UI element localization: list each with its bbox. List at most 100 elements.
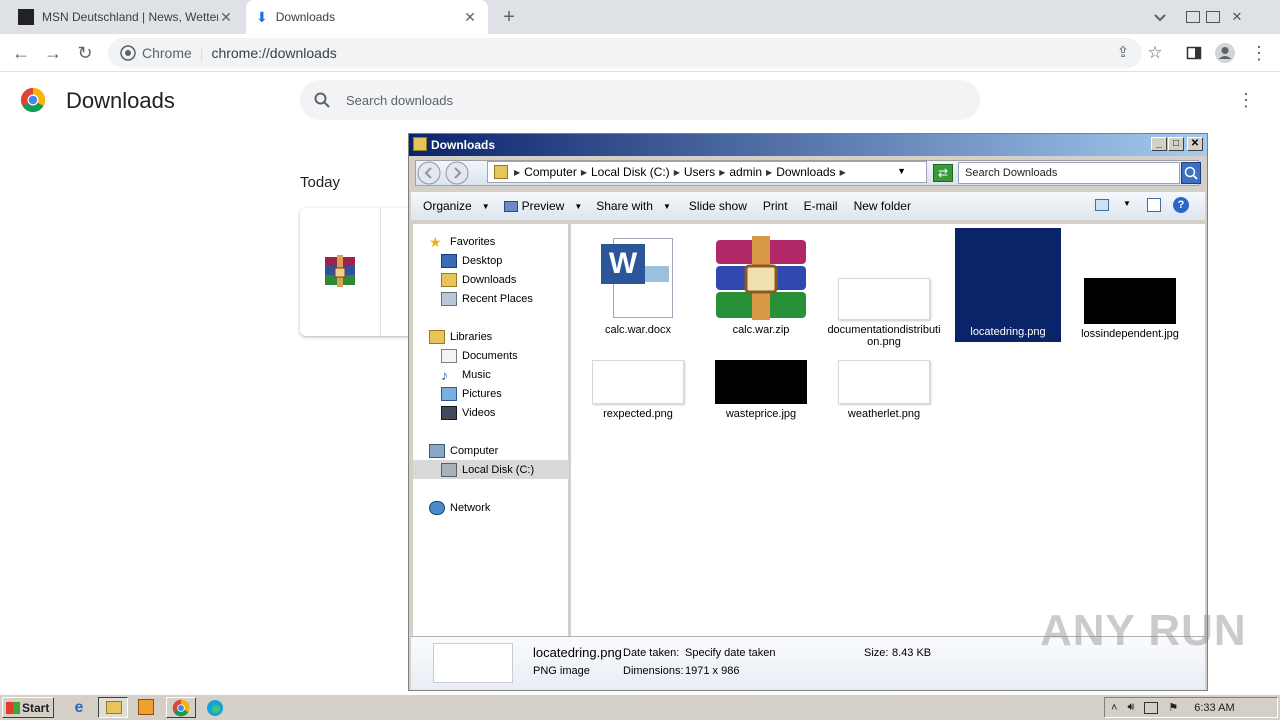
details-thumbnail: [433, 643, 513, 683]
nav-libraries[interactable]: Libraries: [413, 327, 569, 346]
music-icon: ♪: [441, 366, 448, 383]
ie-icon[interactable]: e: [70, 699, 88, 717]
explorer-search-icon[interactable]: [1181, 162, 1201, 184]
explorer-minimize-button[interactable]: _: [1151, 137, 1167, 151]
tab-close-icon[interactable]: ✕: [462, 9, 478, 26]
folder-icon: [413, 137, 427, 151]
new-folder-button[interactable]: New folder: [854, 199, 911, 213]
downloads-search-input[interactable]: Search downloads: [300, 80, 980, 120]
explorer-taskbar-button[interactable]: [98, 697, 128, 718]
organize-button[interactable]: Organize ▼: [423, 199, 490, 213]
file-item[interactable]: rexpected.png: [580, 360, 696, 420]
preview-pane-icon[interactable]: [1147, 198, 1161, 212]
close-icon[interactable]: ✕: [1226, 9, 1248, 25]
bookmark-star-icon[interactable]: ☆: [1144, 42, 1166, 64]
breadcrumb-users[interactable]: Users: [684, 165, 715, 179]
tab-close-icon[interactable]: ✕: [218, 9, 234, 26]
nav-pictures[interactable]: Pictures: [413, 384, 569, 403]
profile-avatar-icon[interactable]: [1214, 42, 1236, 64]
address-dropdown-icon[interactable]: ▼: [897, 166, 906, 176]
tab-downloads[interactable]: ⬇ Downloads ✕: [246, 0, 488, 34]
nav-recent-places[interactable]: Recent Places: [413, 289, 569, 308]
breadcrumb-downloads[interactable]: Downloads: [776, 165, 835, 179]
start-button[interactable]: Start: [2, 697, 54, 718]
preview-button[interactable]: Preview ▼: [503, 199, 582, 213]
change-view-icon[interactable]: [1095, 199, 1109, 211]
side-panel-icon[interactable]: [1183, 42, 1205, 64]
explorer-search-placeholder: Search Downloads: [965, 167, 1058, 179]
folder-icon: [106, 701, 122, 714]
breadcrumb-admin[interactable]: admin: [729, 165, 762, 179]
details-filename: locatedring.png: [533, 645, 622, 660]
breadcrumb-computer[interactable]: Computer: [524, 165, 577, 179]
nav-videos[interactable]: Videos: [413, 403, 569, 422]
image-thumbnail: [962, 228, 1054, 322]
explorer-forward-button[interactable]: [445, 161, 469, 185]
omnibox-url-path: downloads: [269, 45, 337, 61]
tab-msn[interactable]: MSN Deutschland | News, Wetter, Sta ✕: [8, 0, 244, 34]
explorer-breadcrumb[interactable]: ▶ Computer ▶ Local Disk (C:) ▶ Users ▶ admi…: [487, 161, 927, 183]
downloads-more-icon[interactable]: ⋮: [1235, 89, 1257, 111]
edge-icon[interactable]: [206, 699, 224, 717]
explorer-maximize-button[interactable]: □: [1168, 137, 1184, 151]
explorer-close-button[interactable]: ✕: [1187, 137, 1203, 151]
file-list: W calc.war.docx calc.war.zip documentati…: [571, 224, 1205, 636]
image-thumbnail: [715, 360, 807, 404]
clock[interactable]: 6:33 AM: [1194, 702, 1234, 714]
slide-show-button[interactable]: Slide show: [689, 199, 747, 213]
explorer-title: Downloads: [431, 138, 496, 152]
explorer-back-button[interactable]: [417, 161, 441, 185]
breadcrumb-folder-icon: [494, 165, 508, 179]
videos-icon: [441, 405, 457, 420]
downloads-folder-icon: [441, 272, 457, 287]
nav-downloads[interactable]: Downloads: [413, 270, 569, 289]
file-item[interactable]: calc.war.zip: [703, 236, 819, 336]
nav-network[interactable]: Network: [413, 498, 569, 517]
email-button[interactable]: E-mail: [804, 199, 838, 213]
explorer-titlebar[interactable]: Downloads: [409, 134, 1207, 156]
chrome-taskbar-button[interactable]: [166, 697, 196, 718]
share-with-button[interactable]: Share with ▼: [596, 199, 671, 213]
breadcrumb-local-disk[interactable]: Local Disk (C:): [591, 165, 670, 179]
address-bar[interactable]: Chrome | chrome://downloads: [108, 38, 1142, 68]
explorer-search-input[interactable]: Search Downloads: [958, 162, 1180, 184]
section-today: Today: [300, 174, 341, 191]
action-center-flag-icon[interactable]: ⚑: [1168, 701, 1178, 714]
refresh-icon[interactable]: ⇄: [933, 164, 953, 182]
star-icon: ★: [429, 233, 442, 250]
forward-button[interactable]: →: [42, 42, 64, 64]
chrome-menu-icon[interactable]: ⋮: [1248, 42, 1270, 64]
nav-favorites[interactable]: ★ Favorites: [413, 232, 569, 251]
nav-music[interactable]: ♪ Music: [413, 365, 569, 384]
restore-icon[interactable]: [1206, 11, 1220, 23]
chrome-logo-icon: [20, 87, 46, 113]
file-item[interactable]: weatherlet.png: [826, 360, 942, 420]
view-dropdown-icon[interactable]: ▼: [1123, 199, 1131, 208]
back-button[interactable]: ←: [10, 42, 32, 64]
network-tray-icon[interactable]: [1144, 701, 1159, 714]
nav-local-disk[interactable]: Local Disk (C:): [413, 460, 569, 479]
share-icon[interactable]: ⇪: [1112, 42, 1134, 64]
winrar-file-icon: [323, 255, 357, 287]
help-icon[interactable]: ?: [1173, 197, 1189, 213]
volume-icon[interactable]: 🔊︎: [1127, 701, 1134, 714]
nav-desktop[interactable]: Desktop: [413, 251, 569, 270]
search-icon: [314, 92, 330, 108]
reload-button[interactable]: ↻: [74, 42, 96, 64]
file-item[interactable]: documentationdistribution.png: [826, 236, 942, 348]
print-button[interactable]: Print: [763, 199, 788, 213]
file-item[interactable]: W calc.war.docx: [580, 236, 696, 336]
file-item[interactable]: lossindependent.jpg: [1072, 236, 1188, 340]
tray-expand-icon[interactable]: ˄: [1111, 702, 1117, 714]
nav-documents[interactable]: Documents: [413, 346, 569, 365]
file-item-selected[interactable]: locatedring.png: [955, 228, 1061, 342]
details-date-taken-value[interactable]: Specify date taken: [685, 647, 776, 659]
documents-icon: [441, 348, 457, 363]
minimize-icon[interactable]: [1186, 11, 1200, 23]
winrar-archive-icon: [714, 236, 808, 320]
media-player-icon[interactable]: [138, 699, 154, 715]
nav-computer[interactable]: Computer: [413, 441, 569, 460]
tab-search-icon[interactable]: [1152, 0, 1168, 34]
new-tab-button[interactable]: +: [497, 6, 521, 28]
file-item[interactable]: wasteprice.jpg: [703, 360, 819, 420]
